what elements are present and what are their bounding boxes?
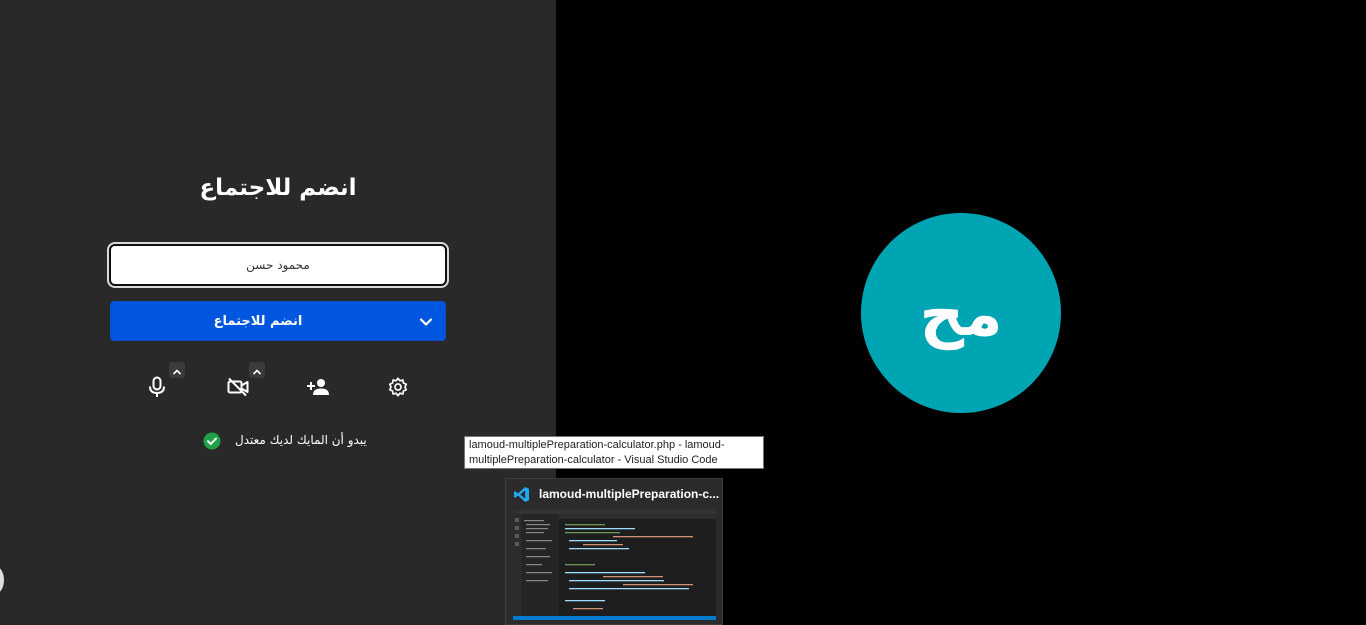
camera-options-button[interactable] (249, 362, 265, 378)
preview-header: lamoud-multiplePreparation-c... (513, 485, 719, 503)
microphone-options-button[interactable] (169, 362, 185, 378)
status-text: يبدو أن المايك لديك معتدل (235, 433, 367, 447)
chevron-up-icon (172, 361, 182, 380)
camera-button[interactable] (223, 374, 253, 404)
prejoin-panel: انضم للاجتماع انضم للاجتماع (0, 0, 556, 625)
check-circle-icon (203, 432, 221, 450)
mic-status: يبدو أن المايك لديك معتدل (203, 431, 367, 451)
camera-off-icon (227, 377, 249, 401)
avatar: مح (861, 213, 1061, 413)
chevron-down-icon[interactable] (417, 313, 435, 331)
preview-title: lamoud-multiplePreparation-c... (539, 487, 719, 501)
invite-button[interactable] (303, 374, 333, 404)
window-preview-image (513, 510, 716, 620)
chevron-up-icon (252, 361, 262, 380)
add-person-icon (306, 377, 330, 401)
join-button-label: انضم للاجتماع (213, 314, 303, 329)
join-meeting-button[interactable]: انضم للاجتماع (110, 301, 446, 341)
vscode-icon (513, 486, 530, 503)
display-name-input[interactable] (109, 244, 447, 286)
gear-icon (387, 376, 409, 402)
page-title: انضم للاجتماع (199, 175, 357, 201)
microphone-icon (147, 376, 167, 402)
settings-button[interactable] (383, 374, 413, 404)
taskbar-window-preview[interactable]: lamoud-multiplePreparation-c... (505, 478, 723, 625)
taskbar-tooltip: lamoud-multiplePreparation-calculator.ph… (464, 436, 764, 469)
microphone-button[interactable] (142, 374, 172, 404)
